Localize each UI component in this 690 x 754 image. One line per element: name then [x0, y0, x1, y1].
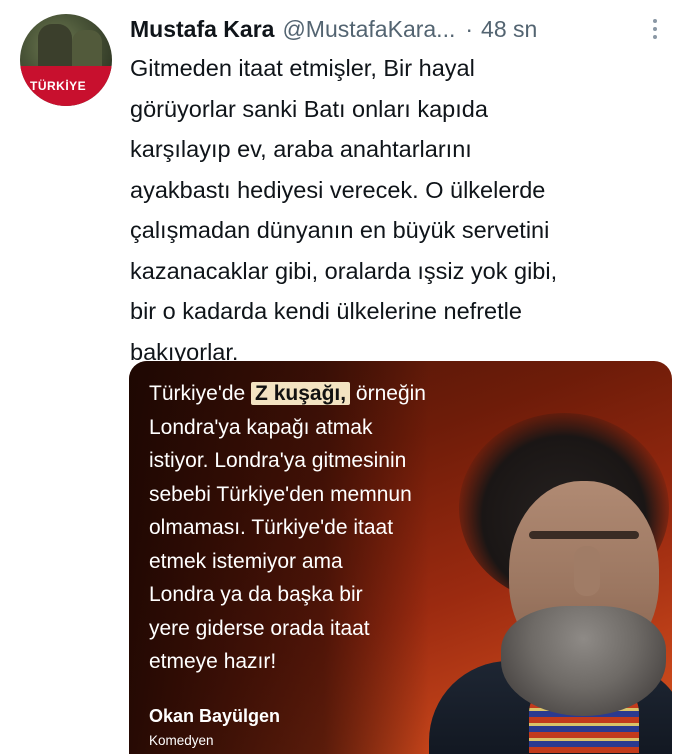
media-credit-name: Okan Bayülgen [149, 706, 281, 726]
quote-line: istiyor. Londra'ya gitmesinin [149, 449, 407, 472]
avatar-figure-secondary [72, 30, 102, 70]
tweet-media-image[interactable]: Türkiye'de Z kuşağı, örneğin Londra'ya k… [129, 361, 672, 754]
portrait-nose [574, 546, 600, 596]
tweet-header: Mustafa Kara @MustafaKara... · 48 sn [130, 12, 675, 46]
quote-line: Londra'ya kapağı atmak [149, 415, 373, 439]
quote-line-rest: örneğin [350, 382, 426, 405]
quote-line: etmek istemiyor ama [149, 549, 343, 573]
quote-line: Londra ya da başka bir [149, 583, 363, 606]
author-avatar[interactable]: TÜRKİYE [20, 14, 112, 106]
tweet-text-line: Gitmeden itaat etmişler, Bir hayal [130, 55, 475, 81]
quote-line: Türkiye'de Z kuşağı, örneğin [149, 377, 509, 411]
tweet-timestamp[interactable]: 48 sn [481, 16, 537, 43]
more-dot [653, 19, 657, 23]
tweet[interactable]: TÜRKİYE Mustafa Kara @MustafaKara... · 4… [0, 0, 690, 754]
portrait-beard [501, 606, 666, 716]
tweet-text: Gitmeden itaat etmişler, Bir hayal görüy… [130, 48, 675, 372]
media-quote: Türkiye'de Z kuşağı, örneğin Londra'ya k… [149, 377, 509, 679]
quote-line: olmaması. Türkiye'de itaat [149, 516, 394, 539]
author-name[interactable]: Mustafa Kara [130, 16, 274, 43]
header-separator: · [465, 15, 474, 42]
quote-line: sebebi Türkiye'den memnun [149, 482, 412, 506]
tweet-text-line: görüyorlar sanki Batı onları kapıda [130, 95, 488, 122]
tweet-text-line: ayakbastı hediyesi verecek. O ülkelerde [130, 176, 546, 203]
more-dot [653, 35, 657, 39]
tweet-text-line: bir o kadarda kendi ülkelerine nefretle [130, 298, 522, 324]
tweet-text-line: çalışmadan dünyanın en büyük servetini [130, 217, 550, 243]
quote-prefix: Türkiye'de [149, 382, 252, 405]
avatar-figure [38, 24, 72, 72]
quote-line: etmeye hazır! [149, 650, 277, 673]
more-options-icon[interactable] [643, 14, 667, 44]
tweet-text-line: kazanacaklar gibi, oralarda ışsiz yok gi… [130, 257, 558, 284]
tweet-text-line: karşılayıp ev, araba anahtarlarını [130, 136, 472, 162]
quote-highlight: Z kuşağı, [251, 382, 351, 405]
media-credit-role: Komedyen [149, 733, 214, 748]
avatar-badge: TÜRKİYE [26, 78, 91, 94]
more-dot [653, 27, 657, 31]
portrait-brow [529, 531, 639, 539]
quote-line: yere giderse orada itaat [149, 616, 370, 640]
author-handle[interactable]: @MustafaKara... [282, 16, 455, 43]
